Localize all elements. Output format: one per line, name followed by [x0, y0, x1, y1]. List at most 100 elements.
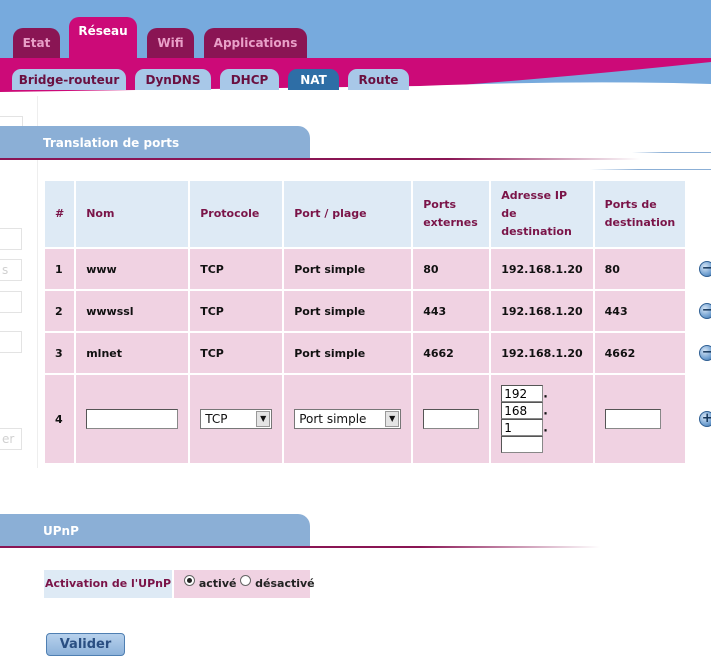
remove-rule-icon[interactable]: −: [699, 261, 711, 277]
column-header-destination-ports: Ports de destination: [594, 181, 686, 247]
section-title: UPnP: [43, 524, 79, 538]
header-text: Ports: [423, 198, 457, 211]
cell-actions: −: [687, 333, 711, 373]
tab-applications[interactable]: Applications: [204, 28, 307, 58]
cell-protocol: TCP ▼: [190, 375, 283, 463]
ghost-text: s: [2, 263, 9, 277]
cell-port-type: Port simple: [284, 291, 412, 331]
section-header-port-translation: Translation de ports: [0, 126, 310, 158]
subtab-dyndns[interactable]: DynDNS: [135, 69, 211, 90]
cell-num: 4: [45, 375, 75, 463]
cell-name: mlnet: [76, 333, 189, 373]
cell-actions: +: [687, 375, 711, 463]
ghost-field: [0, 331, 22, 353]
subtab-label: Bridge-routeur: [18, 73, 120, 87]
cell-name: wwwssl: [76, 291, 189, 331]
cell-name: [76, 375, 189, 463]
cell-actions: −: [687, 291, 711, 331]
column-header-name: Nom: [76, 181, 189, 247]
port-type-selected-value: Port simple: [299, 412, 367, 426]
ghost-field: s: [0, 259, 22, 281]
submit-button[interactable]: Valider: [46, 633, 125, 656]
tab-label: Wifi: [157, 36, 184, 50]
cell-port-type: Port simple: [284, 333, 412, 373]
remove-rule-icon[interactable]: −: [699, 303, 711, 319]
ip-separator: .: [543, 420, 548, 435]
header-text: Adresse IP: [501, 189, 568, 202]
header-text: externes: [423, 216, 478, 229]
table-header-row: # Nom Protocole Port / plage Ports exter…: [45, 181, 711, 247]
upnp-activation-label: Activation de l'UPnP: [44, 570, 172, 598]
tab-label: Etat: [22, 36, 51, 50]
column-header-port-range: Port / plage: [284, 181, 412, 247]
subtab-bridge-routeur[interactable]: Bridge-routeur: [12, 69, 126, 90]
protocol-selected-value: TCP: [205, 412, 228, 426]
header-text: destination: [604, 216, 676, 229]
upnp-enabled-radio[interactable]: [184, 574, 195, 586]
cell-external-port: [413, 375, 490, 463]
dropdown-arrow-icon: ▼: [256, 411, 271, 427]
ip-separator: .: [543, 386, 548, 401]
cell-destination-port: [594, 375, 686, 463]
header-text: Nom: [86, 207, 115, 220]
header-text: Protocole: [200, 207, 260, 220]
subtab-label: NAT: [300, 73, 327, 87]
ip-octet-1-input[interactable]: [501, 385, 544, 402]
header-text: Ports de: [604, 198, 657, 211]
section-title: Translation de ports: [43, 136, 180, 150]
subtab-nat[interactable]: NAT: [288, 69, 339, 90]
subtab-label: DynDNS: [145, 73, 201, 87]
cell-external-port: 443: [413, 291, 490, 331]
cell-num: 3: [45, 333, 75, 373]
tab-etat[interactable]: Etat: [13, 28, 60, 58]
cell-destination-ip: 192.168.1.20: [491, 249, 593, 289]
ip-address-fields: . . .: [501, 385, 582, 453]
port-translation-table: # Nom Protocole Port / plage Ports exter…: [43, 179, 711, 465]
tab-label: Réseau: [78, 24, 128, 38]
tab-reseau[interactable]: Réseau: [69, 17, 137, 58]
ghost-field: [0, 291, 22, 313]
ip-octet-4-input[interactable]: [501, 436, 544, 453]
upnp-disabled-radio[interactable]: [240, 574, 252, 586]
ghost-field: [0, 228, 22, 250]
cell-protocol: TCP: [190, 249, 283, 289]
cell-destination-ip: 192.168.1.20: [491, 291, 593, 331]
ip-separator: .: [543, 403, 548, 418]
column-header-external-ports: Ports externes: [413, 181, 490, 247]
header-text: Port / plage: [294, 207, 367, 220]
cell-external-port: 4662: [413, 333, 490, 373]
cell-protocol: TCP: [190, 333, 283, 373]
subtab-route[interactable]: Route: [348, 69, 409, 90]
dropdown-arrow-icon: ▼: [385, 411, 400, 427]
remove-rule-icon[interactable]: −: [699, 345, 711, 361]
destination-port-input[interactable]: [604, 409, 661, 429]
column-header-protocol: Protocole: [190, 181, 283, 247]
ghost-field: er: [0, 428, 22, 450]
upnp-disabled-label[interactable]: désactivé: [255, 577, 315, 590]
ip-octet-3-input[interactable]: [501, 419, 544, 436]
column-header-actions: [687, 181, 711, 247]
column-header-num: #: [45, 181, 75, 247]
ip-octet-2-input[interactable]: [501, 402, 544, 419]
header-text: de: [501, 207, 517, 220]
cell-destination-ip: 192.168.1.20: [491, 333, 593, 373]
upnp-options: activé désactivé: [174, 570, 315, 598]
ghost-text: er: [2, 432, 15, 446]
table-row: 1 www TCP Port simple 80 192.168.1.20 80…: [45, 249, 711, 289]
upnp-enabled-label[interactable]: activé: [199, 577, 237, 590]
cell-destination-port: 80: [594, 249, 686, 289]
cell-num: 1: [45, 249, 75, 289]
tab-wifi[interactable]: Wifi: [147, 28, 194, 58]
rule-name-input[interactable]: [86, 409, 179, 429]
cell-port-type: Port simple: [284, 249, 412, 289]
protocol-select[interactable]: TCP ▼: [200, 409, 273, 429]
port-type-select[interactable]: Port simple ▼: [294, 409, 402, 429]
add-rule-icon[interactable]: +: [699, 411, 711, 427]
header-text: destination: [501, 225, 572, 238]
subtab-label: DHCP: [230, 73, 269, 87]
cell-name: www: [76, 249, 189, 289]
decorative-line: [632, 152, 711, 153]
table-row: 2 wwwssl TCP Port simple 443 192.168.1.2…: [45, 291, 711, 331]
external-port-input[interactable]: [423, 409, 480, 429]
subtab-dhcp[interactable]: DHCP: [220, 69, 279, 90]
